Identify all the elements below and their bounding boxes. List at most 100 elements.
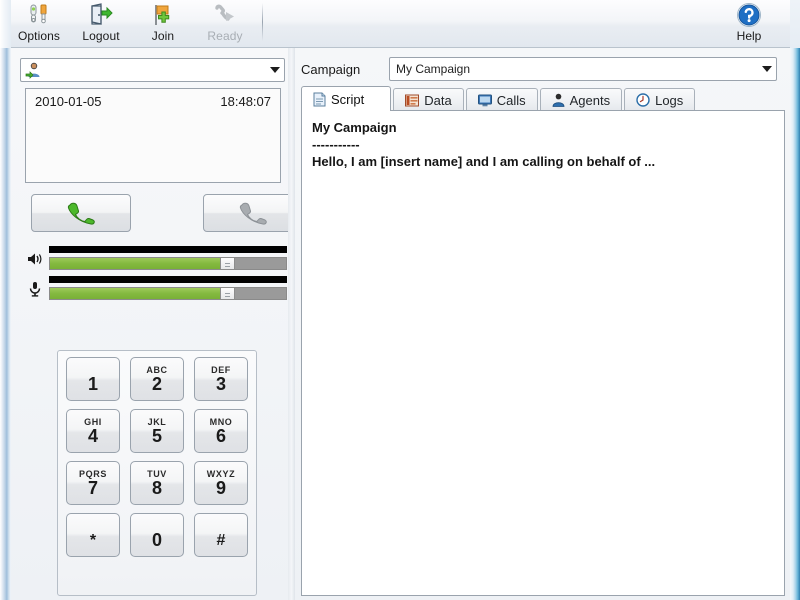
- tab-agents-label: Agents: [569, 92, 611, 108]
- key-star[interactable]: *: [66, 513, 120, 557]
- dial-keypad: 1 ABC 2 DEF 3 GHI 4 JKL 5 MNO 6 PQRS 7 T…: [57, 350, 257, 596]
- key-3-digit: 3: [215, 373, 226, 394]
- tab-script[interactable]: Script: [301, 86, 392, 112]
- key-1[interactable]: 1: [66, 357, 120, 401]
- campaign-row: Campaign My Campaign: [301, 56, 787, 82]
- script-line-divider: -----------: [312, 137, 360, 152]
- help-button-label: Help: [736, 29, 762, 43]
- document-icon: [313, 92, 326, 107]
- speaker-level-meter: [49, 246, 287, 253]
- join-flag-plus-icon: [151, 2, 175, 28]
- chevron-down-icon[interactable]: [758, 58, 776, 80]
- join-button[interactable]: Join: [132, 0, 194, 47]
- help-button[interactable]: Help: [720, 0, 778, 47]
- options-button[interactable]: Options: [8, 0, 70, 47]
- speaker-slider-track[interactable]: [49, 257, 287, 270]
- tab-strip: Script Data Calls Agents Logs: [301, 86, 785, 112]
- key-star-digit: *: [89, 531, 97, 549]
- toolbar-separator: [262, 3, 263, 41]
- logout-door-icon: [89, 2, 113, 28]
- key-4-letters: GHI: [84, 416, 102, 427]
- key-0[interactable]: 0: [130, 513, 184, 557]
- key-2-letters: ABC: [146, 364, 168, 375]
- phone-answer-green-icon: [64, 201, 98, 225]
- script-line-body: Hello, I am [insert name] and I am calli…: [312, 154, 656, 169]
- window-right-edge: [790, 0, 800, 600]
- microphone-slider-thumb[interactable]: [220, 287, 235, 300]
- tab-agents[interactable]: Agents: [539, 88, 623, 111]
- keypad-row: * 0 #: [58, 513, 256, 557]
- key-9[interactable]: WXYZ 9: [194, 461, 248, 505]
- speaker-slider-thumb[interactable]: [220, 257, 235, 270]
- window-left-edge: [0, 0, 11, 600]
- status-list[interactable]: 2010-01-05 18:48:07: [25, 88, 281, 183]
- key-0-digit: 0: [151, 529, 162, 550]
- left-panel: 2010-01-05 18:48:07 1 ABC 2 DEF 3 GHI 4 …: [11, 48, 303, 600]
- data-card-icon: [405, 94, 420, 107]
- speaker-icon: [25, 248, 45, 270]
- key-7-digit: 7: [87, 477, 98, 498]
- ready-button-label: Ready: [207, 29, 243, 43]
- status-row: 2010-01-05 18:48:07: [26, 89, 280, 109]
- main-toolbar: Options Logout Join Ready Help: [0, 0, 800, 48]
- microphone-slider-fill: [50, 288, 227, 299]
- microphone-level-meter: [49, 276, 287, 283]
- key-5-digit: 5: [151, 425, 162, 446]
- key-5-letters: JKL: [147, 416, 167, 427]
- microphone-volume-slider[interactable]: [25, 276, 287, 302]
- tab-script-label: Script: [331, 91, 365, 107]
- keypad-row: PQRS 7 TUV 8 WXYZ 9: [58, 461, 256, 505]
- toolbar-right-edge: [790, 0, 800, 48]
- key-3[interactable]: DEF 3: [194, 357, 248, 401]
- key-9-letters: WXYZ: [206, 468, 236, 479]
- key-2-digit: 2: [151, 373, 162, 394]
- key-8-digit: 8: [151, 477, 162, 498]
- logout-button-label: Logout: [82, 29, 120, 43]
- status-time: 18:48:07: [220, 94, 271, 109]
- agent-select[interactable]: [20, 58, 285, 82]
- speaker-slider-fill: [50, 258, 227, 269]
- monitor-icon: [477, 94, 492, 107]
- clock-icon: [636, 93, 650, 107]
- key-3-letters: DEF: [211, 364, 231, 375]
- campaign-select[interactable]: My Campaign: [389, 57, 777, 81]
- chevron-down-icon[interactable]: [266, 59, 284, 81]
- ready-button[interactable]: Ready: [194, 0, 256, 47]
- key-1-digit: 1: [87, 373, 98, 394]
- call-buttons: [25, 194, 303, 234]
- agent-avatar-icon: [25, 61, 43, 79]
- key-4-digit: 4: [87, 425, 98, 446]
- campaign-label: Campaign: [301, 61, 361, 77]
- agent-person-icon: [552, 93, 565, 107]
- tab-logs[interactable]: Logs: [624, 88, 696, 111]
- key-6-digit: 6: [215, 425, 226, 446]
- right-panel: Campaign My Campaign Script Data Calls A…: [295, 48, 790, 600]
- key-8[interactable]: TUV 8: [130, 461, 184, 505]
- key-2[interactable]: ABC 2: [130, 357, 184, 401]
- tab-data[interactable]: Data: [393, 88, 464, 111]
- tab-data-label: Data: [424, 92, 452, 108]
- help-question-icon: [736, 2, 762, 28]
- speaker-volume-slider[interactable]: [25, 246, 287, 272]
- key-6-letters: MNO: [209, 416, 233, 427]
- tab-logs-label: Logs: [655, 92, 684, 108]
- options-tools-icon: [27, 2, 51, 28]
- key-5[interactable]: JKL 5: [130, 409, 184, 453]
- campaign-select-value: My Campaign: [396, 62, 471, 76]
- panel-splitter[interactable]: [288, 48, 295, 600]
- logout-button[interactable]: Logout: [70, 0, 132, 47]
- answer-call-button[interactable]: [31, 194, 131, 232]
- status-date: 2010-01-05: [35, 94, 102, 109]
- application-window: Options Logout Join Ready Help 2010-01-0…: [0, 0, 800, 600]
- key-hash-digit: #: [216, 531, 226, 549]
- key-7-letters: PQRS: [79, 468, 107, 479]
- ready-phone-play-icon: [213, 2, 237, 28]
- key-6[interactable]: MNO 6: [194, 409, 248, 453]
- script-content-pane[interactable]: My Campaign ----------- Hello, I am [ins…: [301, 110, 785, 596]
- keypad-row: 1 ABC 2 DEF 3: [58, 357, 256, 401]
- key-hash[interactable]: #: [194, 513, 248, 557]
- tab-calls[interactable]: Calls: [465, 88, 538, 111]
- key-4[interactable]: GHI 4: [66, 409, 120, 453]
- key-7[interactable]: PQRS 7: [66, 461, 120, 505]
- microphone-slider-track[interactable]: [49, 287, 287, 300]
